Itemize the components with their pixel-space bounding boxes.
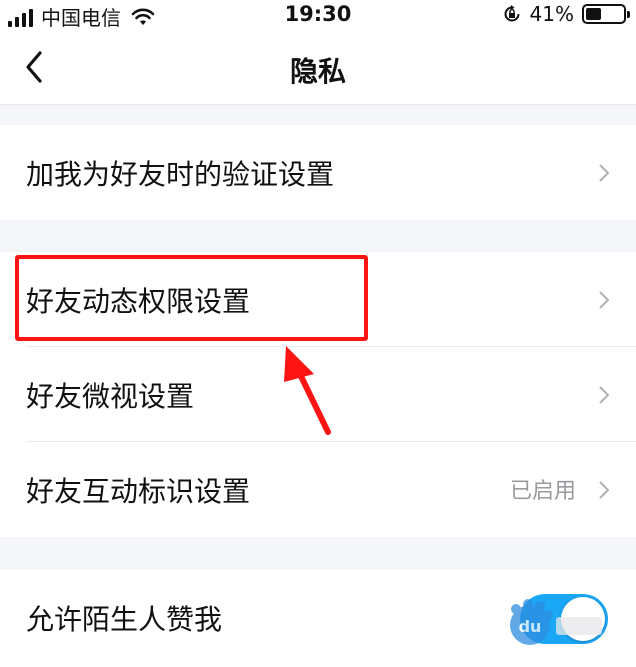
page-title: 隐私 [289, 55, 346, 88]
annotation-arrow-icon [284, 346, 331, 435]
row-label: 好友微视设置 [26, 379, 195, 413]
battery-fill [586, 8, 601, 20]
friend-interaction-badge-row[interactable]: 好友互动标识设置 已启用 [0, 442, 636, 537]
status-value: 已启用 [509, 479, 576, 504]
chevron-right-icon [599, 164, 610, 182]
chevron-right-icon [599, 291, 610, 309]
row-label: 允许陌生人赞我 [26, 602, 223, 636]
friend-verification-settings-row[interactable]: 加我为好友时的验证设置 [0, 125, 636, 220]
nav-bar: 隐私 [0, 30, 636, 105]
row-label: 加我为好友时的验证设置 [26, 157, 335, 191]
orientation-lock-icon [504, 5, 520, 22]
highlight-annotation-box [15, 255, 368, 341]
svg-text:du: du [519, 617, 542, 636]
battery-percent: 41% [529, 2, 574, 26]
battery-icon [582, 4, 630, 24]
status-right: 41% [502, 2, 630, 26]
chevron-right-icon [599, 481, 610, 499]
settings-group-verification: 加我为好友时的验证设置 [0, 125, 636, 220]
status-bar: 中国电信 19:30 41% [0, 0, 636, 30]
row-label: 好友互动标识设置 [26, 474, 251, 508]
baidu-watermark-logo: du [510, 599, 602, 645]
chevron-right-icon [599, 386, 610, 404]
